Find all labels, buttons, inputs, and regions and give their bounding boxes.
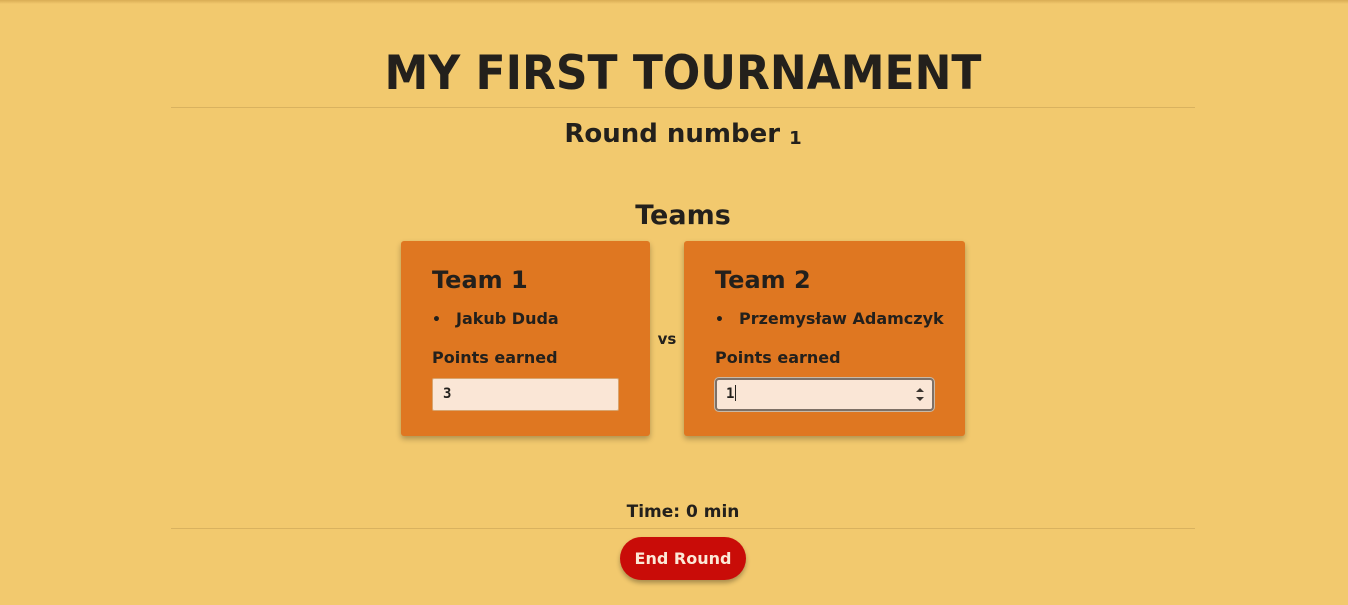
player-item: • Jakub Duda — [432, 308, 559, 331]
team-name: Team 1 — [432, 266, 528, 294]
spinner-up-icon[interactable] — [916, 388, 924, 392]
team-card-1: Team 1 • Jakub Duda Points earned 3 — [401, 241, 650, 436]
player-list: • Przemysław Adamczyk — [715, 308, 944, 331]
number-spinner[interactable] — [916, 388, 924, 401]
tournament-title: MY FIRST TOURNAMENT — [384, 45, 982, 101]
end-round-button[interactable]: End Round — [620, 537, 746, 580]
spinner-down-icon[interactable] — [916, 397, 924, 401]
points-input-team-1[interactable]: 3 — [432, 378, 619, 411]
versus-label: vs — [657, 330, 677, 348]
bullet-icon: • — [715, 312, 724, 328]
player-name: Jakub Duda — [456, 309, 559, 328]
round-label: Round number — [564, 119, 781, 149]
points-value: 1 — [726, 386, 735, 402]
player-list: • Jakub Duda — [432, 308, 559, 331]
points-label: Points earned — [715, 348, 841, 367]
text-caret — [735, 385, 737, 401]
teams-heading: Teams — [635, 200, 731, 231]
round-heading: Round number 1 — [171, 118, 1195, 155]
player-item: • Przemysław Adamczyk — [715, 308, 944, 331]
divider-top — [171, 107, 1195, 108]
team-card-2: Team 2 • Przemysław Adamczyk Points earne… — [684, 241, 965, 436]
bullet-icon: • — [432, 312, 441, 328]
round-number: 1 — [789, 128, 802, 149]
points-value: 3 — [443, 386, 452, 402]
player-name: Przemysław Adamczyk — [739, 309, 944, 328]
points-input-team-2[interactable]: 1 — [715, 378, 934, 411]
points-label: Points earned — [432, 348, 558, 367]
divider-bottom — [171, 528, 1195, 529]
round-timer: Time: 0 min — [626, 502, 740, 522]
team-name: Team 2 — [715, 266, 811, 294]
top-shadow — [0, 0, 1348, 4]
